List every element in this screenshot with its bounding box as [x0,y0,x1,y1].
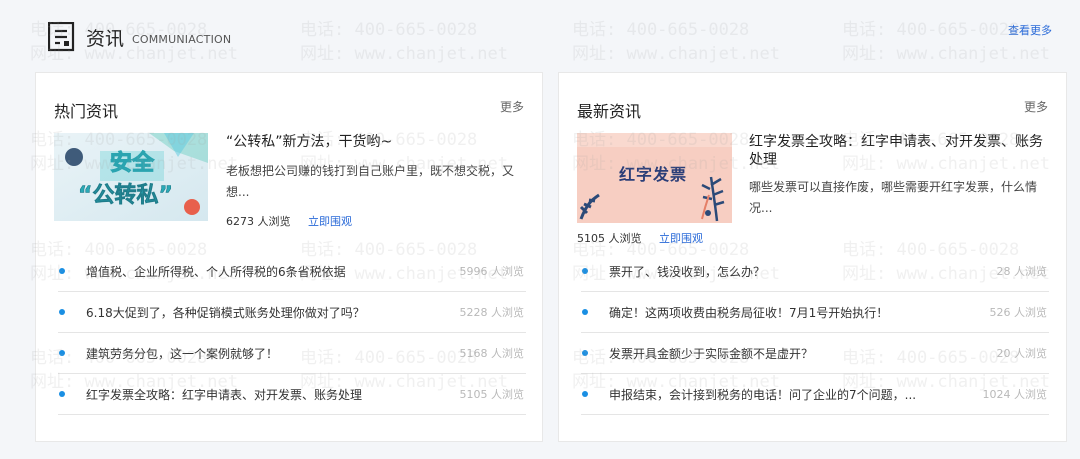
hot-news-title: 热门资讯 [54,102,119,121]
hot-featured-title[interactable]: “公转私”新方法，干货哟~ [226,133,526,151]
bullet-dot [59,268,65,274]
section-title: 资讯 [86,28,125,50]
thumbnail-text-2: “公转私” [78,183,174,209]
list-item[interactable]: 确定！这两项收费由税务局征收！7月1号开始执行！ 526 人浏览 [581,292,1049,333]
hot-featured-image[interactable]: 安全 “公转私” [54,133,208,221]
item-views: 1024 人浏览 [982,388,1048,401]
item-views: 20 人浏览 [996,347,1048,360]
hot-featured-desc: 老板想把公司赚的钱打到自己账户里，既不想交税，又想... [226,164,515,199]
item-views: 5996 人浏览 [459,265,525,278]
list-item[interactable]: 红字发票全攻略：红字申请表、对开发票、账务处理 5105 人浏览 [58,374,526,415]
item-title: 增值税、企业所得税、个人所得税的6条省税依据 [86,264,346,279]
view-more-link[interactable]: 查看更多 [1008,22,1052,38]
list-item[interactable]: 发票开具金额少于实际金额不是虚开？ 20 人浏览 [581,333,1049,374]
list-item[interactable]: 票开了、钱没收到，怎么办？ 28 人浏览 [581,251,1049,292]
latest-news-list: 票开了、钱没收到，怎么办？ 28 人浏览 确定！这两项收费由税务局征收！7月1号… [581,251,1049,415]
list-item[interactable]: 申报结束，会计接到税务的电话！问了企业的7个问题，... 1024 人浏览 [581,374,1049,415]
bullet-dot [582,391,588,397]
latest-news-title: 最新资讯 [577,102,642,121]
latest-featured-views: 5105 人浏览 [577,232,642,245]
item-title: 票开了、钱没收到，怎么办？ [609,264,766,279]
item-views: 28 人浏览 [996,265,1048,278]
item-views: 5168 人浏览 [459,347,525,360]
item-title: 发票开具金额少于实际金额不是虚开？ [609,346,814,361]
latest-featured-desc: 哪些发票可以直接作废，哪些需要开红字发票，什么情况... [749,180,1038,215]
latest-featured-meta: 5105 人浏览 立即围观 [577,230,703,246]
latest-featured-title[interactable]: 红字发票全攻略：红字申请表、对开发票、账务处理 [749,133,1049,169]
bullet-dot [582,350,588,356]
news-icon [48,22,75,52]
item-title: 建筑劳务分包，这一个案例就够了！ [86,346,279,361]
bullet-dot [582,268,588,274]
list-item[interactable]: 6.18大促到了，各种促销模式账务处理你做对了吗？ 5228 人浏览 [58,292,526,333]
latest-featured-image[interactable]: 红字发票 [577,133,732,223]
latest-watch-link[interactable]: 立即围观 [659,232,703,245]
item-views: 5228 人浏览 [459,306,525,319]
thumbnail-text: 红字发票 [619,165,688,184]
item-title: 6.18大促到了，各种促销模式账务处理你做对了吗？ [86,305,365,320]
bullet-dot [59,350,65,356]
item-title: 红字发票全攻略：红字申请表、对开发票、账务处理 [86,387,363,402]
latest-more-link[interactable]: 更多 [1024,98,1048,115]
hot-watch-link[interactable]: 立即围观 [308,215,352,228]
hot-featured-meta: 6273 人浏览 立即围观 [226,213,352,229]
thumbnail-text-1: 安全 [109,151,155,177]
item-title: 确定！这两项收费由税务局征收！7月1号开始执行！ [609,305,889,320]
latest-news-panel: 最新资讯 更多 红字发票 红字发票全攻略：红字申请表、对开发票、账务处理 哪些发… [558,72,1067,442]
item-views: 5105 人浏览 [459,388,525,401]
hot-more-link[interactable]: 更多 [500,98,524,115]
bullet-dot [582,309,588,315]
list-item[interactable]: 建筑劳务分包，这一个案例就够了！ 5168 人浏览 [58,333,526,374]
hot-news-panel: 热门资讯 更多 安全 “公转私” “公转私”新方法，干货哟~ 老板想把公司赚的钱… [35,72,543,442]
hot-news-list: 增值税、企业所得税、个人所得税的6条省税依据 5996 人浏览 6.18大促到了… [58,251,526,415]
section-header: 资讯 COMMUNIACTION 查看更多 [48,20,1058,56]
section-subtitle: COMMUNIACTION [132,33,232,46]
list-item[interactable]: 增值税、企业所得税、个人所得税的6条省税依据 5996 人浏览 [58,251,526,292]
item-views: 526 人浏览 [989,306,1048,319]
item-title: 申报结束，会计接到税务的电话！问了企业的7个问题，... [609,387,917,402]
bullet-dot [59,391,65,397]
hot-featured-views: 6273 人浏览 [226,215,291,228]
bullet-dot [59,309,65,315]
